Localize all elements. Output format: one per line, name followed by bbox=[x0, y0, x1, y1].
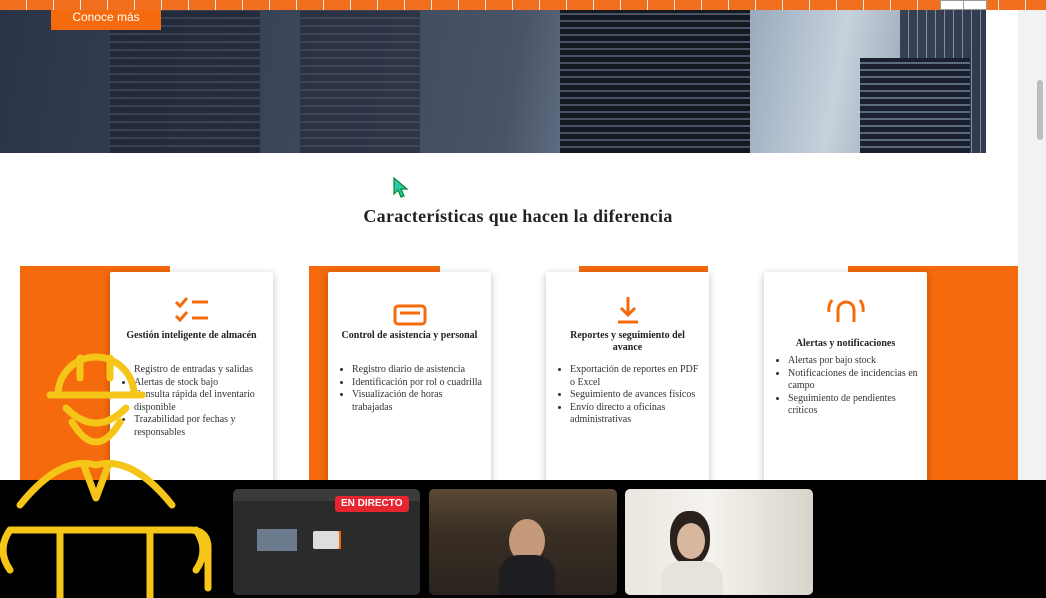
feature-card-block: Reportes y seguimiento del avance Export… bbox=[546, 266, 746, 480]
list-item: Registro diario de asistencia bbox=[352, 364, 485, 377]
card-feature-list: Exportación de reportes en PDF o Excel S… bbox=[546, 364, 703, 427]
participant-body bbox=[499, 555, 555, 595]
window-control-icon[interactable] bbox=[940, 0, 964, 10]
building-image bbox=[560, 10, 750, 153]
feature-card-reportes: Reportes y seguimiento del avance Export… bbox=[546, 272, 709, 480]
list-item: Exportación de reportes en PDF o Excel bbox=[570, 364, 703, 389]
building-image bbox=[300, 10, 420, 153]
list-item: Seguimiento de avances físicos bbox=[570, 389, 703, 402]
download-icon bbox=[617, 297, 638, 324]
participant-video-tile[interactable] bbox=[429, 489, 617, 595]
feature-card-block: Control de asistencia y personal Registr… bbox=[309, 266, 509, 480]
alarm-icon bbox=[826, 299, 865, 322]
list-item: Alertas por bajo stock bbox=[788, 355, 921, 368]
list-item: Identificación por rol o cuadrilla bbox=[352, 377, 485, 390]
building-image bbox=[110, 10, 260, 153]
building-image bbox=[860, 58, 970, 153]
card-title: Control de asistencia y personal bbox=[341, 330, 478, 341]
card-feature-list: Alertas por bajo stock Notificaciones de… bbox=[764, 355, 921, 418]
checklist-icon bbox=[174, 297, 208, 323]
construction-worker-logo-icon bbox=[0, 353, 212, 598]
hero-banner: Conoce más bbox=[0, 10, 986, 153]
feature-card-alertas: Alertas y notificaciones Alertas por baj… bbox=[764, 272, 927, 480]
page-scrollbar[interactable] bbox=[1018, 10, 1046, 480]
participant-face bbox=[677, 523, 705, 559]
list-item: Visualización de horas trabajadas bbox=[352, 389, 485, 414]
browser-top-strip bbox=[0, 0, 1046, 10]
conoce-mas-button[interactable]: Conoce más bbox=[51, 10, 161, 30]
participant-body bbox=[661, 561, 723, 595]
list-item: Envío directo a oficinas administrativas bbox=[570, 402, 703, 427]
section-title: Características que hacen la diferencia bbox=[363, 206, 673, 226]
card-title: Alertas y notificaciones bbox=[795, 338, 896, 349]
feature-card-asistencia: Control de asistencia y personal Registr… bbox=[328, 272, 491, 480]
participant-video-tile[interactable] bbox=[625, 489, 813, 595]
card-feature-list: Registro diario de asistencia Identifica… bbox=[328, 364, 485, 414]
window-control-icon[interactable] bbox=[963, 0, 987, 10]
card-title: Reportes y seguimiento del avance bbox=[570, 330, 685, 353]
id-card-icon bbox=[393, 304, 426, 326]
list-item: Notificaciones de incidencias en campo bbox=[788, 368, 921, 393]
presentation-icon bbox=[313, 531, 339, 549]
feature-card-block: Alertas y notificaciones Alertas por baj… bbox=[764, 266, 1018, 480]
scrollbar-thumb[interactable] bbox=[1037, 80, 1043, 140]
list-item: Seguimiento de pendientes críticos bbox=[788, 393, 921, 418]
shared-thumbnail bbox=[257, 529, 297, 551]
live-badge: EN DIRECTO bbox=[335, 496, 409, 512]
